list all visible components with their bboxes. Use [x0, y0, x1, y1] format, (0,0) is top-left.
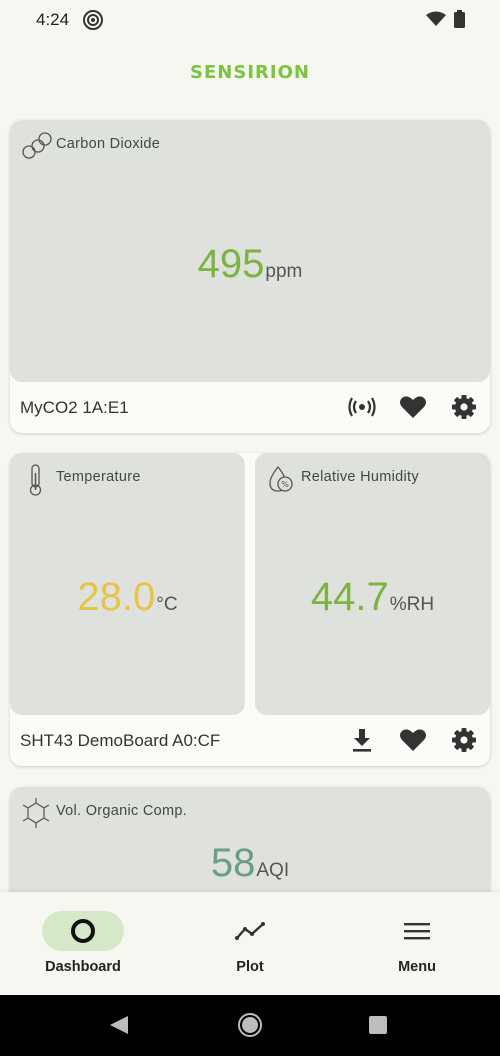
- download-icon[interactable]: [347, 725, 377, 755]
- settings-gear-icon[interactable]: [449, 725, 479, 755]
- bottom-navigation: Dashboard Plot Menu: [0, 892, 500, 995]
- device-name: SHT43 DemoBoard A0:CF: [20, 731, 221, 750]
- nav-label: Dashboard: [45, 959, 121, 975]
- status-bar: 4:24: [0, 0, 500, 40]
- sht43-device-card[interactable]: Temperature 28.0°C % Relative Humidity 4…: [10, 453, 490, 766]
- co2-molecule-icon: [20, 130, 52, 167]
- reading-unit: ppm: [265, 261, 303, 282]
- back-icon[interactable]: [108, 1014, 130, 1041]
- panel-title: Carbon Dioxide: [56, 136, 161, 152]
- reading-value: 58: [210, 841, 256, 885]
- settings-gear-icon[interactable]: [449, 392, 479, 422]
- voc-reading: 58AQI: [10, 841, 490, 886]
- system-navigation-bar: [0, 995, 500, 1056]
- panel-title: Temperature: [56, 469, 141, 485]
- reading-unit: AQI: [256, 860, 290, 881]
- recents-icon[interactable]: [368, 1015, 388, 1040]
- favorite-heart-icon[interactable]: [398, 725, 428, 755]
- sensirion-logo: SENSIRION: [190, 62, 310, 83]
- reading-unit: %RH: [389, 594, 435, 615]
- reading-unit: °C: [156, 594, 178, 615]
- co2-reading: 495ppm: [10, 242, 490, 287]
- co2-panel[interactable]: Carbon Dioxide 495ppm: [10, 120, 490, 382]
- humidity-drop-icon: %: [265, 463, 297, 500]
- reading-value: 44.7: [310, 575, 389, 619]
- nav-dashboard[interactable]: Dashboard: [0, 892, 166, 995]
- reading-value: 495: [197, 242, 265, 286]
- nav-label: Plot: [236, 959, 264, 975]
- nav-label: Menu: [398, 959, 436, 975]
- dashboard-ring-icon: [70, 918, 96, 949]
- favorite-heart-icon[interactable]: [398, 392, 428, 422]
- humidity-reading: 44.7%RH: [255, 575, 490, 620]
- recording-indicator-icon: [82, 9, 104, 36]
- nav-menu[interactable]: Menu: [334, 892, 500, 995]
- home-icon[interactable]: [238, 1013, 262, 1042]
- temperature-panel[interactable]: Temperature 28.0°C: [10, 453, 245, 715]
- menu-hamburger-icon: [404, 921, 430, 946]
- broadcast-icon[interactable]: [347, 392, 377, 422]
- nav-plot[interactable]: Plot: [167, 892, 333, 995]
- co2-device-card[interactable]: Carbon Dioxide 495ppm MyCO2 1A:E1: [10, 120, 490, 433]
- wifi-icon: [426, 11, 446, 32]
- temperature-reading: 28.0°C: [10, 575, 245, 620]
- plot-line-icon: [235, 920, 265, 947]
- panel-title: Relative Humidity: [301, 469, 419, 485]
- thermometer-icon: [20, 463, 52, 502]
- panel-title: Vol. Organic Comp.: [56, 803, 188, 819]
- battery-icon: [454, 10, 465, 33]
- humidity-panel[interactable]: % Relative Humidity 44.7%RH: [255, 453, 490, 715]
- reading-value: 28.0: [77, 575, 156, 619]
- svg-text:%: %: [281, 480, 289, 489]
- voc-molecule-icon: [20, 797, 52, 834]
- device-name: MyCO2 1A:E1: [20, 398, 129, 417]
- status-time: 4:24: [36, 10, 70, 29]
